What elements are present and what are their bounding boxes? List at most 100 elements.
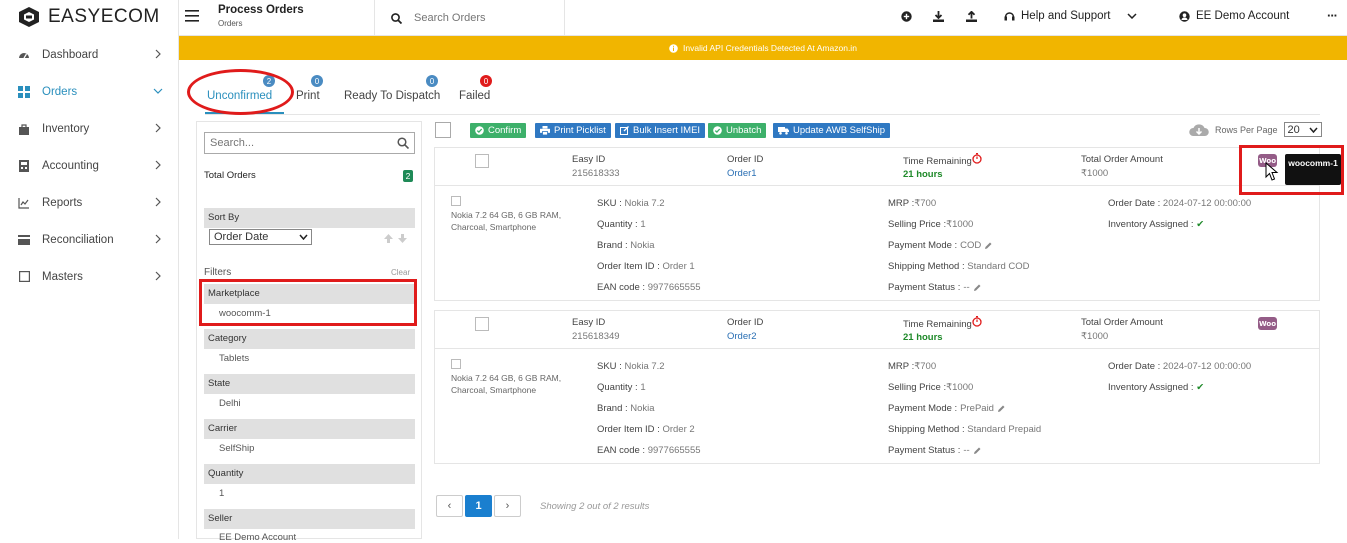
hamburger-menu-icon[interactable]	[185, 10, 199, 22]
sidebar-item-masters[interactable]: Masters	[0, 258, 179, 295]
total-amount-value: ₹1000	[1081, 331, 1109, 342]
filter-header-quantity[interactable]: Quantity	[204, 464, 415, 484]
page-1-button[interactable]: 1	[465, 495, 492, 517]
mrp-field: MRP :₹700	[888, 198, 936, 209]
pencil-icon[interactable]	[973, 284, 981, 292]
inventory-assigned-field: Inventory Assigned : ✔	[1108, 382, 1204, 393]
chevron-right-icon	[155, 160, 161, 170]
add-circle-icon[interactable]	[901, 11, 912, 22]
easy-id-value: 215618333	[572, 168, 620, 179]
sidebar-nav: Dashboard Orders Inventory Accounting Re…	[0, 36, 179, 295]
sidebar-item-dashboard[interactable]: Dashboard	[0, 36, 179, 73]
sort-by-select[interactable]: Order Date	[209, 229, 312, 245]
payment-mode-field: Payment Mode : COD	[888, 240, 992, 251]
download-icon[interactable]	[933, 11, 944, 22]
search-input[interactable]	[414, 12, 544, 24]
bulk-insert-imei-button[interactable]: Bulk Insert IMEI	[615, 123, 706, 138]
order-card-header: Easy ID 215618349 Order ID Order2 Time R…	[435, 311, 1319, 349]
sort-by-value: Order Date	[214, 231, 269, 243]
tab-print[interactable]: Print 0	[296, 75, 323, 102]
filter-value-state[interactable]: Delhi	[219, 398, 241, 409]
brand-label: Brand :	[597, 240, 628, 251]
order-select-checkbox[interactable]	[475, 317, 489, 331]
tab-count-badge: 0	[480, 75, 492, 87]
print-picklist-button[interactable]: Print Picklist	[535, 123, 611, 138]
product-name: Nokia 7.2 64 GB, 6 GB RAM, Charcoal, Sma…	[451, 210, 562, 232]
edit-square-icon	[620, 126, 629, 135]
order-search-box[interactable]	[374, 0, 565, 36]
clear-filters-link[interactable]: Clear	[391, 268, 410, 277]
filter-value-carrier[interactable]: SelfShip	[219, 443, 254, 454]
order-item-id-value: Order 1	[662, 261, 695, 272]
sort-ascending-icon[interactable]	[383, 233, 394, 244]
tab-label: Print	[296, 90, 320, 102]
payment-status-field: Payment Status : --	[888, 282, 981, 293]
app-logo[interactable]: EASYECOM	[18, 4, 160, 30]
ean-value: 9977665555	[647, 282, 701, 293]
grid-icon	[18, 85, 30, 98]
order-card: Easy ID 215618349 Order ID Order2 Time R…	[434, 310, 1320, 464]
sidebar-item-reconciliation[interactable]: Reconciliation	[0, 221, 179, 258]
ean-value: 9977665555	[647, 445, 701, 456]
filter-search-box[interactable]	[204, 132, 415, 154]
account-label: EE Demo Account	[1196, 10, 1290, 22]
brand-field: Brand : Nokia	[597, 240, 655, 251]
rows-per-page-select[interactable]: 20	[1283, 122, 1322, 137]
filter-value-quantity[interactable]: 1	[219, 488, 224, 499]
payment-mode-value: PrePaid	[960, 403, 994, 414]
unbatch-button[interactable]: Unbatch	[708, 123, 767, 138]
select-all-checkbox[interactable]	[435, 122, 451, 138]
prev-page-button[interactable]: ‹	[436, 495, 463, 517]
filter-search-input[interactable]	[210, 137, 390, 149]
product-image	[451, 359, 461, 369]
filter-header-state[interactable]: State	[204, 374, 415, 394]
help-and-support-menu[interactable]: Help and Support	[1004, 10, 1137, 22]
app-name: EASYECOM	[48, 6, 160, 27]
sidebar-item-orders[interactable]: Orders	[0, 73, 179, 110]
order-select-checkbox[interactable]	[475, 154, 489, 168]
sort-by-header: Sort By	[204, 208, 415, 228]
cloud-download-icon[interactable]	[1189, 123, 1209, 137]
order-id-link[interactable]: Order1	[727, 168, 757, 179]
total-amount-label: Total Order Amount	[1081, 317, 1163, 328]
filter-header-carrier[interactable]: Carrier	[204, 419, 415, 439]
order-status-tabs: Unconfirmed 2 Print 0 Ready To Dispatch …	[179, 60, 1347, 115]
sidebar-item-inventory[interactable]: Inventory	[0, 110, 179, 147]
order-id-link[interactable]: Order2	[727, 331, 757, 342]
bulk-insert-imei-label: Bulk Insert IMEI	[633, 125, 701, 136]
quantity-label: Quantity :	[597, 382, 638, 393]
sidebar-item-reports[interactable]: Reports	[0, 184, 179, 221]
pencil-icon[interactable]	[973, 447, 981, 455]
account-menu[interactable]: EE Demo Account	[1179, 10, 1289, 22]
filter-value-seller[interactable]: EE Demo Account	[219, 532, 296, 543]
rows-per-page: Rows Per Page 20	[1189, 122, 1322, 137]
filter-header-seller[interactable]: Seller	[204, 509, 415, 529]
sidebar-item-accounting[interactable]: Accounting	[0, 147, 179, 184]
payment-status-value: --	[963, 282, 970, 293]
chevron-right-icon	[155, 271, 161, 281]
order-date-value: 2024-07-12 00:00:00	[1162, 361, 1252, 372]
woocommerce-logo[interactable]: Woo	[1258, 317, 1277, 330]
more-options-icon[interactable]: ···	[1327, 8, 1338, 23]
pencil-icon[interactable]	[984, 242, 992, 250]
next-page-button[interactable]: ›	[494, 495, 521, 517]
check-icon: ✔	[1196, 382, 1205, 393]
breadcrumb[interactable]: Orders	[218, 19, 242, 28]
filter-value-category[interactable]: Tablets	[219, 353, 249, 364]
sku-field: SKU : Nokia 7.2	[597, 198, 665, 209]
mrp-field: MRP :₹700	[888, 361, 936, 372]
print-icon	[540, 126, 550, 135]
tab-label: Ready To Dispatch	[344, 90, 441, 102]
top-bar: Process Orders Orders Help and Support E…	[179, 0, 1347, 36]
filter-header-category[interactable]: Category	[204, 329, 415, 349]
sort-descending-icon[interactable]	[397, 233, 408, 244]
tab-ready-to-dispatch[interactable]: Ready To Dispatch 0	[344, 75, 441, 102]
update-awb-selfship-button[interactable]: Update AWB SelfShip	[773, 123, 891, 138]
tab-failed[interactable]: Failed 0	[459, 75, 492, 102]
selling-price-value: ₹1000	[946, 382, 974, 393]
results-count: Showing 2 out of 2 results	[540, 501, 650, 512]
highlight-annotation-oval	[187, 69, 294, 115]
pencil-icon[interactable]	[997, 405, 1005, 413]
confirm-button[interactable]: Confirm	[470, 123, 527, 138]
upload-icon[interactable]	[966, 11, 977, 22]
